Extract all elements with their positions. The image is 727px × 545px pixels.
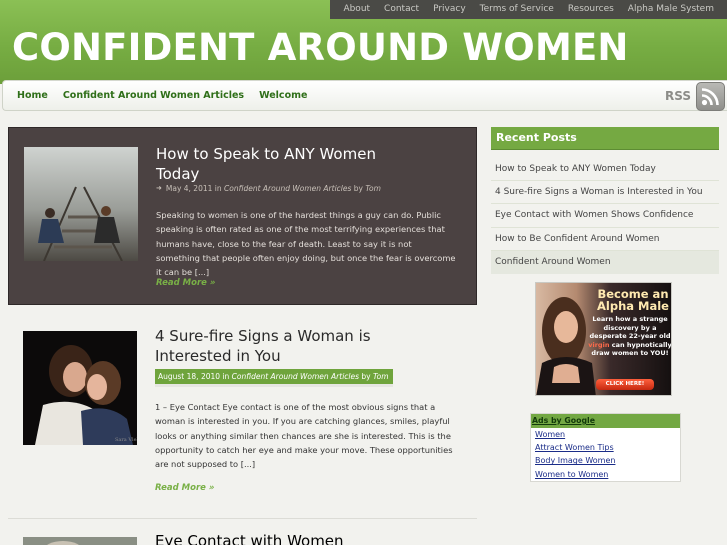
rss-label[interactable]: RSS: [665, 89, 691, 103]
nav-home-link[interactable]: Home: [17, 81, 48, 111]
post-excerpt: 1 – Eye Contact Eye contact is one of th…: [155, 402, 453, 470]
rss-icon[interactable]: [696, 82, 725, 111]
google-ads-box: Ads by Google Women Attract Women Tips B…: [530, 413, 681, 482]
recent-posts-list: How to Speak to ANY Women Today 4 Sure-f…: [491, 158, 719, 274]
recent-post-link[interactable]: How to Be Confident Around Women: [491, 228, 719, 251]
nav-welcome-link[interactable]: Welcome: [259, 81, 307, 111]
recent-post-link[interactable]: Eye Contact with Women Shows Confidence: [491, 204, 719, 228]
post-title[interactable]: How to Speak to ANY Women Today: [156, 144, 396, 184]
ad-headline: Become an Alpha Male: [597, 287, 669, 313]
post: Sara Vlekke 4 Sure-fire Signs a Woman is…: [8, 310, 477, 519]
ad-body: Learn how a strange discovery by a despe…: [588, 315, 672, 357]
site-header: About Contact Privacy Terms of Service R…: [0, 0, 727, 84]
nav-articles-link[interactable]: Confident Around Women Articles: [63, 81, 244, 111]
recent-posts-heading: Recent Posts: [491, 127, 719, 150]
woman-photo: [536, 297, 596, 395]
post-excerpt: Speaking to women is one of the hardest …: [156, 210, 456, 278]
site-title[interactable]: CONFIDENT AROUND WOMEN: [12, 26, 629, 69]
recent-post-link[interactable]: Confident Around Women: [491, 250, 719, 274]
alpha-male-ad-banner[interactable]: Become an Alpha Male Learn how a strange…: [535, 282, 672, 396]
topnav-resources-link[interactable]: Resources: [561, 0, 621, 19]
post-thumbnail[interactable]: [23, 537, 137, 545]
post-thumbnail-railroad-couple[interactable]: [24, 147, 138, 261]
post-thumbnail-couple-hug[interactable]: Sara Vlekke: [23, 331, 137, 445]
top-navigation: About Contact Privacy Terms of Service R…: [330, 0, 727, 19]
recent-post-link[interactable]: 4 Sure-fire Signs a Woman is Interested …: [491, 181, 719, 205]
ad-link[interactable]: Women to Women: [531, 468, 680, 481]
ad-link[interactable]: Women: [531, 428, 680, 441]
post-meta: August 18, 2010 in Confident Around Wome…: [155, 369, 393, 387]
topnav-terms-link[interactable]: Terms of Service: [473, 0, 561, 19]
ads-by-google-heading[interactable]: Ads by Google: [531, 414, 680, 428]
arrow-icon: ➜: [156, 184, 162, 192]
topnav-alpha-male-link[interactable]: Alpha Male System: [621, 0, 721, 19]
featured-post: How to Speak to ANY Women Today ➜ May 4,…: [8, 127, 477, 305]
post-category-link[interactable]: Confident Around Women Articles: [232, 369, 359, 384]
post-title[interactable]: 4 Sure-fire Signs a Woman is Interested …: [155, 326, 395, 366]
topnav-about-link[interactable]: About: [336, 0, 377, 19]
ad-link[interactable]: Attract Women Tips: [531, 441, 680, 454]
read-more-link[interactable]: Read More »: [155, 483, 214, 493]
main-navigation: Home Confident Around Women Articles Wel…: [2, 80, 727, 111]
ad-click-here-button[interactable]: CLICK HERE!: [596, 379, 654, 390]
post-meta: ➜ May 4, 2011 in Confident Around Women …: [156, 181, 381, 196]
topnav-privacy-link[interactable]: Privacy: [426, 0, 473, 19]
post-category-link[interactable]: Confident Around Women Articles: [224, 181, 351, 196]
topnav-contact-link[interactable]: Contact: [377, 0, 426, 19]
post-author-link[interactable]: Tom: [373, 369, 389, 384]
post-author-link[interactable]: Tom: [365, 181, 381, 196]
ad-link[interactable]: Body Image Women: [531, 454, 680, 467]
post-title[interactable]: Eye Contact with Women: [155, 531, 395, 545]
post: Eye Contact with Women: [8, 524, 477, 545]
post-date: May 4, 2011: [165, 184, 213, 193]
read-more-link[interactable]: Read More »: [156, 278, 215, 288]
svg-text:Sara Vlekke: Sara Vlekke: [115, 437, 137, 443]
post-date: August 18, 2010: [158, 372, 221, 381]
recent-post-link[interactable]: How to Speak to ANY Women Today: [491, 158, 719, 182]
